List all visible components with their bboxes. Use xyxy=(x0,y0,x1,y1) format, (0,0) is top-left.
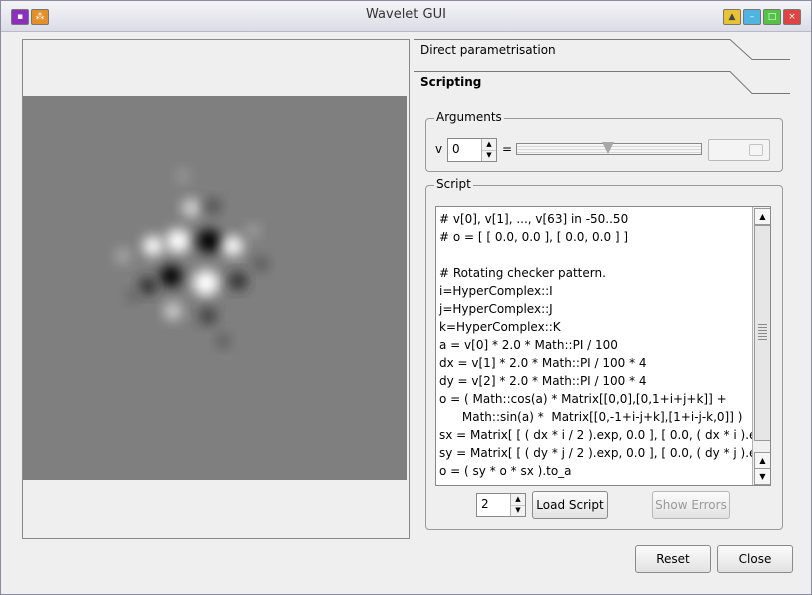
show-errors-button[interactable]: Show Errors xyxy=(652,491,730,519)
v-label: v xyxy=(435,142,443,156)
tab-scripting[interactable]: Scripting xyxy=(414,71,790,97)
script-count-value: 2 xyxy=(481,497,489,511)
v-value: 0 xyxy=(452,142,460,156)
script-editor[interactable]: # v[0], v[1], ..., v[63] in -50..50 # o =… xyxy=(435,206,771,486)
scroll-up-lower-icon[interactable]: ▲ xyxy=(754,452,770,469)
value-display-disabled xyxy=(708,139,770,161)
equals-label: = xyxy=(502,142,513,156)
wavelet-gui-window: ▪ ⁂ Wavelet GUI ▲ – □ × Direct parametri… xyxy=(0,0,812,595)
script-line: k=HyperComplex::K xyxy=(439,320,561,334)
tab-direct-parametrisation[interactable]: Direct parametrisation xyxy=(414,39,790,65)
script-scrollbar[interactable]: ▲ ▲ ▼ xyxy=(752,207,770,485)
help-icon[interactable]: ▲ xyxy=(723,9,741,25)
script-line: j=HyperComplex::J xyxy=(439,302,553,316)
scroll-handle[interactable] xyxy=(754,225,770,441)
title-bar[interactable]: ▪ ⁂ Wavelet GUI ▲ – □ × xyxy=(1,1,811,32)
load-script-button[interactable]: Load Script xyxy=(532,491,608,519)
wavelet-preview-image xyxy=(23,96,407,480)
script-line: dx = v[1] * 2.0 * Math::PI / 100 * 4 xyxy=(439,356,647,370)
script-line: Math::sin(a) * Matrix[[0,-1+i-j+k],[1+i-… xyxy=(439,410,743,424)
close-button[interactable]: Close xyxy=(717,545,793,573)
script-line: sy = Matrix[ [ ( dy * j / 2 ).exp, 0.0 ]… xyxy=(439,446,771,460)
maximize-icon[interactable]: □ xyxy=(763,9,781,25)
script-line: a = v[0] * 2.0 * Math::PI / 100 xyxy=(439,338,618,352)
v-decrement-icon[interactable]: ▼ xyxy=(482,150,496,161)
script-line: sx = Matrix[ [ ( dx * i / 2 ).exp, 0.0 ]… xyxy=(439,428,771,442)
script-line: # Rotating checker pattern. xyxy=(439,266,606,280)
script-line: o = ( Math::cos(a) * Matrix[[0,0],[0,1+i… xyxy=(439,392,727,406)
close-window-icon[interactable]: × xyxy=(783,9,801,25)
script-line: dy = v[2] * 2.0 * Math::PI / 100 * 4 xyxy=(439,374,647,388)
minimize-icon[interactable]: – xyxy=(743,9,761,25)
script-line: # o = [ [ 0.0, 0.0 ], [ 0.0, 0.0 ] ] xyxy=(439,230,629,244)
v-slider-handle[interactable] xyxy=(602,142,614,154)
script-line: # v[0], v[1], ..., v[63] in -50..50 xyxy=(439,212,629,226)
script-line: i=HyperComplex::I xyxy=(439,284,553,298)
script-count-spinbox[interactable]: 2 ▲ ▼ xyxy=(476,493,526,517)
scroll-up-icon[interactable]: ▲ xyxy=(754,208,770,225)
v-spinbox[interactable]: 0 ▲ ▼ xyxy=(447,138,497,162)
window-title: Wavelet GUI xyxy=(366,7,446,22)
reset-button[interactable]: Reset xyxy=(635,545,711,573)
scroll-down-icon[interactable]: ▼ xyxy=(754,468,770,485)
count-decrement-icon[interactable]: ▼ xyxy=(511,505,525,516)
script-line: o = ( sy * o * sx ).to_a xyxy=(439,464,572,478)
